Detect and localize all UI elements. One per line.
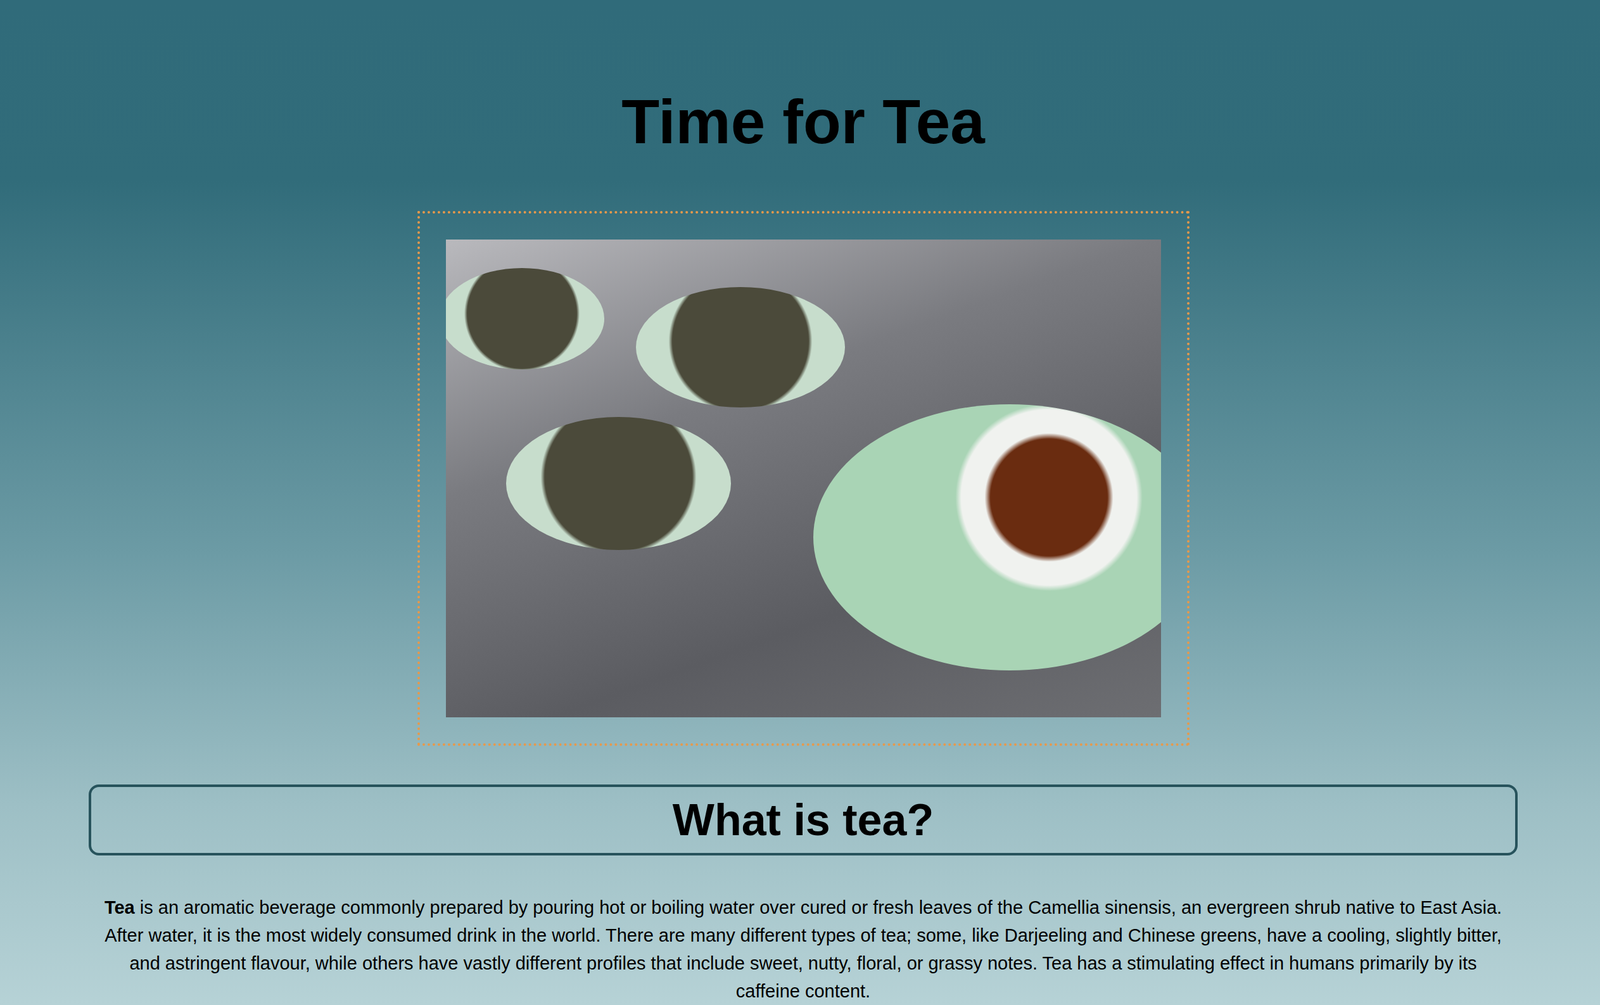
paragraph-text: is an aromatic beverage commonly prepare… — [104, 896, 1502, 1001]
section-paragraph: Tea is an aromatic beverage commonly pre… — [88, 893, 1518, 1005]
section-heading: What is tea? — [103, 794, 1503, 846]
page: Time for Tea What is tea? Tea is an aromat… — [0, 0, 1600, 1005]
photo-frame — [417, 210, 1190, 746]
bold-term: Tea — [104, 896, 135, 918]
section-heading-box: What is tea? — [88, 784, 1518, 856]
page-title: Time for Tea — [621, 86, 985, 158]
tea-bowl — [635, 286, 845, 408]
tea-bowl — [506, 416, 731, 550]
tea-photo — [445, 239, 1162, 718]
tea-cup — [813, 404, 1162, 671]
tea-bowl — [445, 267, 605, 370]
